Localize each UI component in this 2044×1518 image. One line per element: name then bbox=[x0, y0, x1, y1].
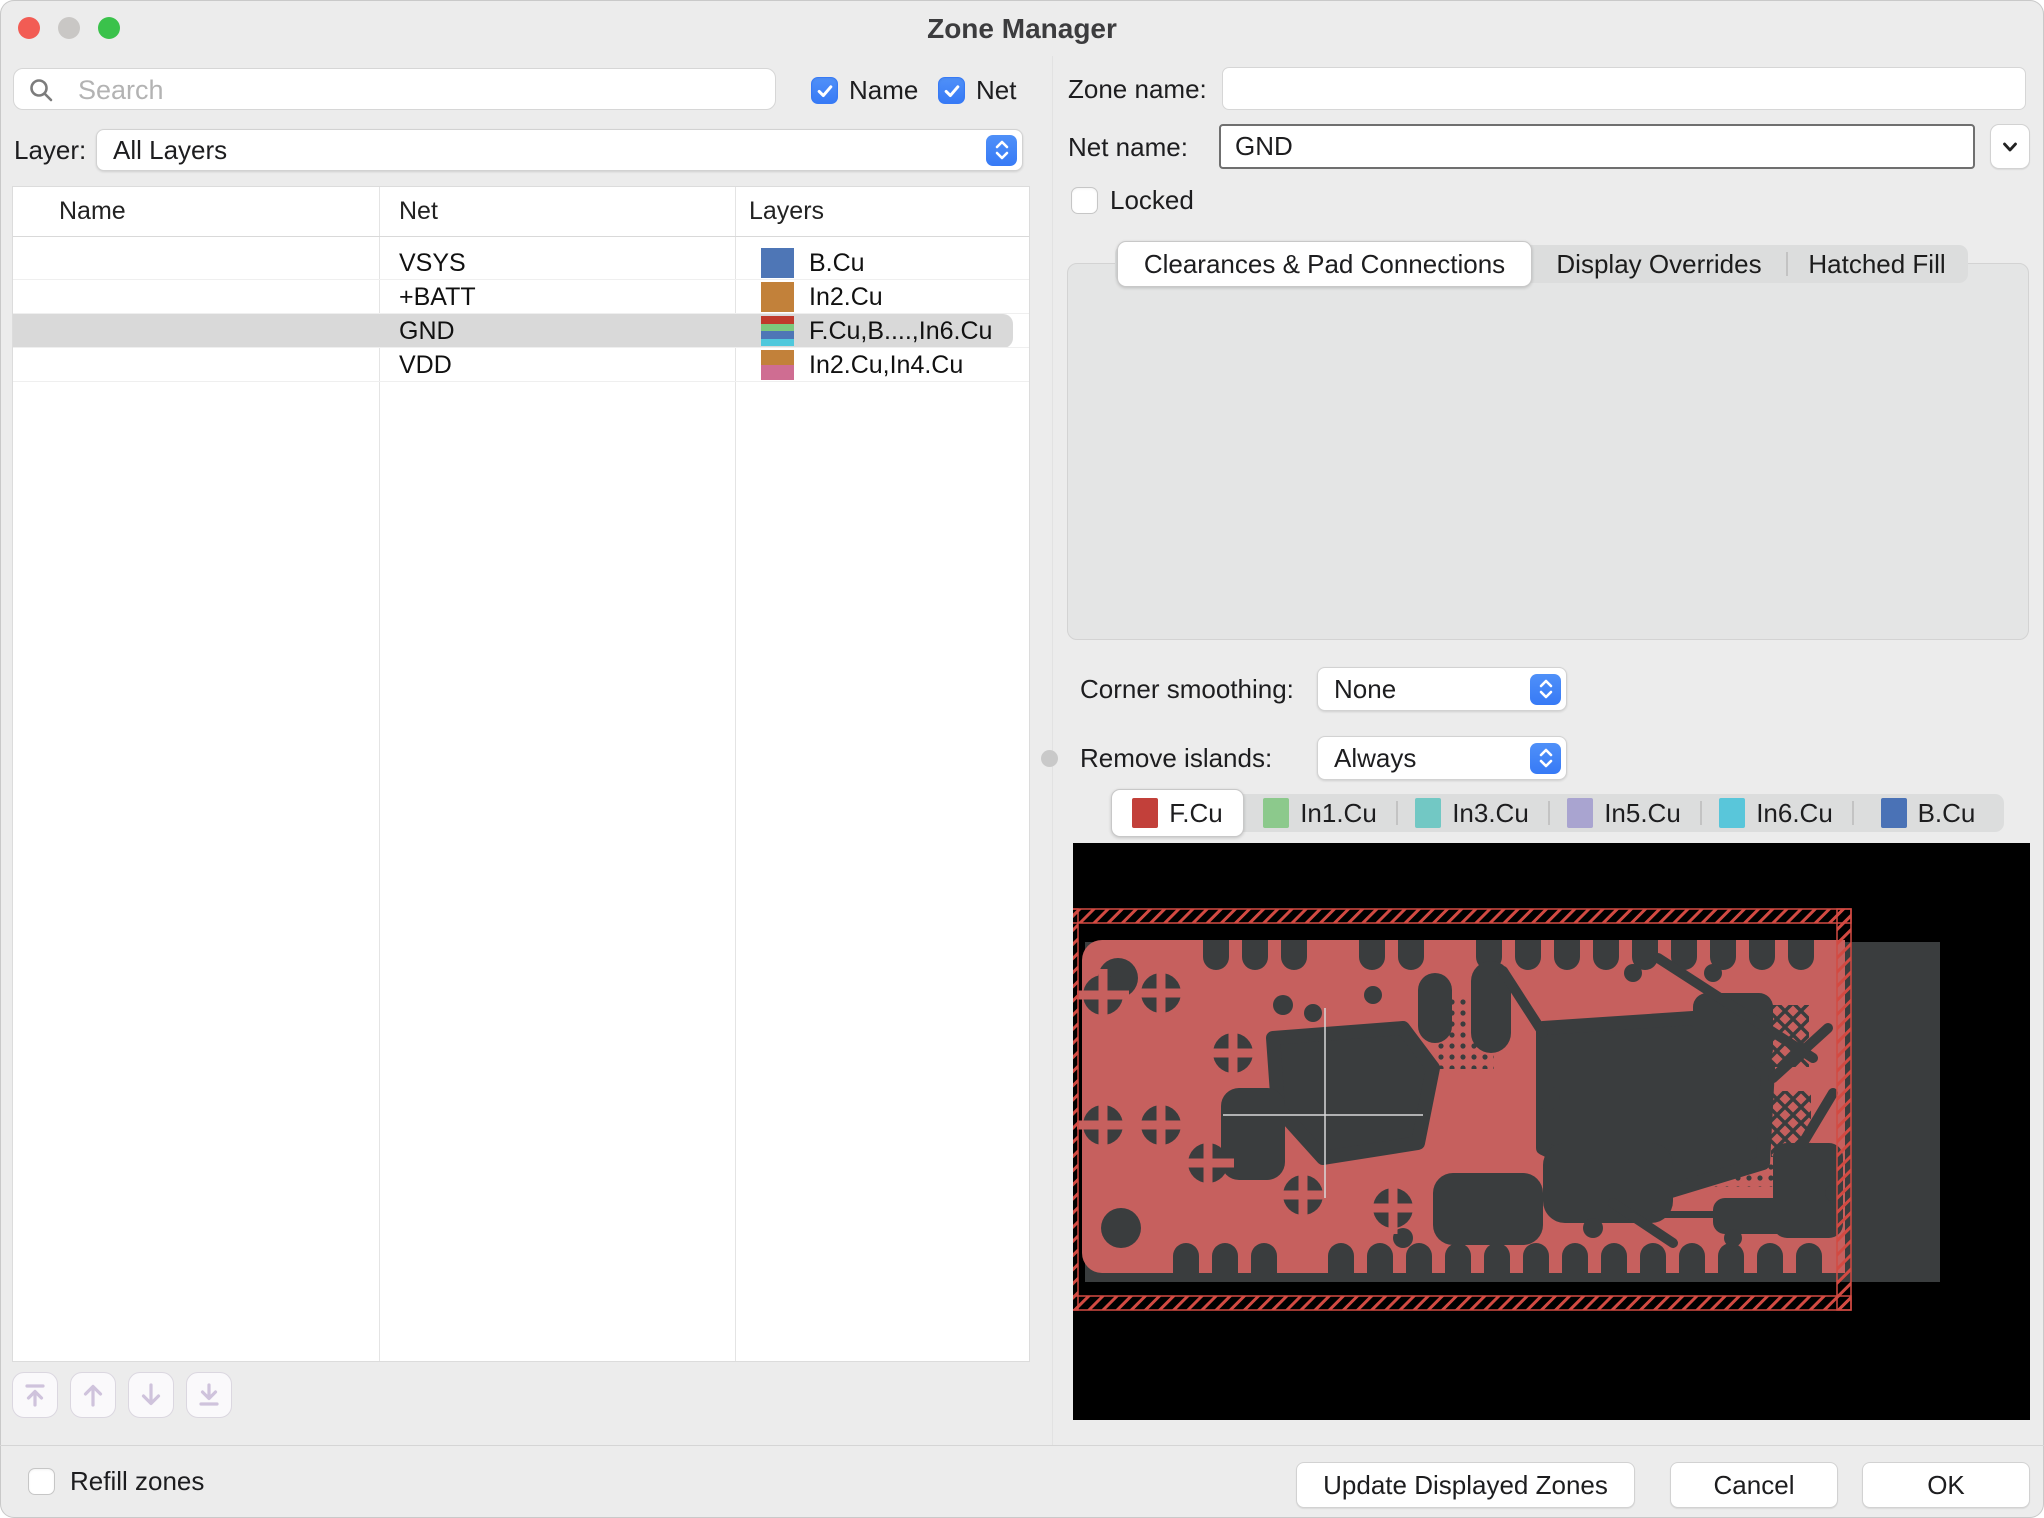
zone-layers-cell: In2.Cu bbox=[809, 280, 883, 314]
corner-smoothing-dropdown[interactable]: None bbox=[1317, 667, 1567, 711]
preview-layer-tabs: F.Cu In1.Cu In3.Cu In5.Cu In6.Cu B.Cu bbox=[1111, 794, 2004, 832]
tab-hatched-fill[interactable]: Hatched Fill bbox=[1786, 245, 1968, 283]
refill-zones-label: Refill zones bbox=[70, 1468, 204, 1495]
col-header-net[interactable]: Net bbox=[399, 187, 438, 236]
dropdown-stepper-icon bbox=[1530, 674, 1561, 705]
footer-divider bbox=[0, 1445, 2044, 1446]
layer-color-swatch bbox=[1132, 798, 1158, 828]
search-input[interactable] bbox=[76, 69, 760, 111]
splitter-handle[interactable] bbox=[1041, 750, 1058, 767]
layer-swatch bbox=[761, 282, 794, 312]
corner-smoothing-value: None bbox=[1334, 674, 1396, 705]
tab-display-overrides[interactable]: Display Overrides bbox=[1532, 245, 1786, 283]
zone-net-cell: GND bbox=[399, 314, 455, 348]
zone-layers-cell: In2.Cu,In4.Cu bbox=[809, 348, 963, 382]
net-name-label: Net name: bbox=[1068, 133, 1188, 161]
col-header-name[interactable]: Name bbox=[59, 187, 126, 236]
zone-net-cell: VSYS bbox=[399, 246, 466, 280]
net-name-input[interactable] bbox=[1219, 124, 1975, 169]
layer-swatch bbox=[761, 350, 794, 380]
table-row[interactable]: +BATT In2.Cu bbox=[13, 280, 1029, 314]
layer-tab-label: In5.Cu bbox=[1604, 798, 1681, 829]
table-row-selected[interactable]: GND F.Cu,B....,In6.Cu bbox=[13, 314, 1029, 348]
table-row[interactable]: VSYS B.Cu bbox=[13, 246, 1029, 280]
layer-tab-in5cu[interactable]: In5.Cu bbox=[1548, 794, 1700, 832]
refill-zones-checkbox[interactable] bbox=[28, 1468, 55, 1495]
settings-tabs: Clearances & Pad Connections Display Ove… bbox=[1115, 245, 1968, 283]
layer-color-swatch bbox=[1415, 798, 1441, 828]
layer-tab-label: In3.Cu bbox=[1452, 798, 1529, 829]
move-up-button[interactable] bbox=[70, 1372, 116, 1418]
layer-tab-in3cu[interactable]: In3.Cu bbox=[1396, 794, 1548, 832]
zone-name-input[interactable] bbox=[1222, 67, 2026, 110]
layer-tab-label: In1.Cu bbox=[1300, 798, 1377, 829]
filter-name-label: Name bbox=[849, 77, 918, 104]
search-icon bbox=[28, 77, 55, 104]
layer-filter-label: Layer: bbox=[14, 136, 86, 164]
remove-islands-label: Remove islands: bbox=[1080, 744, 1272, 772]
zone-net-cell: +BATT bbox=[399, 280, 476, 314]
clearances-panel bbox=[1067, 263, 2029, 640]
layer-color-swatch bbox=[1881, 798, 1907, 828]
cancel-button[interactable]: Cancel bbox=[1670, 1462, 1838, 1508]
layer-tab-fcu[interactable]: F.Cu bbox=[1111, 789, 1244, 837]
table-row[interactable]: VDD In2.Cu,In4.Cu bbox=[13, 348, 1029, 382]
filter-name-checkbox[interactable] bbox=[811, 77, 838, 104]
net-name-dropdown-button[interactable] bbox=[1990, 124, 2030, 169]
locked-checkbox[interactable] bbox=[1071, 187, 1098, 214]
layer-tab-in6cu[interactable]: In6.Cu bbox=[1700, 794, 1852, 832]
tab-clearances-pad-connections[interactable]: Clearances & Pad Connections bbox=[1117, 241, 1532, 287]
zones-table: Name Net Layers VSYS B.Cu +BATT In2.Cu G bbox=[12, 186, 1030, 1362]
table-header: Name Net Layers bbox=[13, 187, 1029, 237]
move-to-bottom-button[interactable] bbox=[186, 1372, 232, 1418]
locked-label: Locked bbox=[1110, 187, 1194, 214]
layer-swatch bbox=[761, 248, 794, 278]
zone-layers-cell: F.Cu,B....,In6.Cu bbox=[809, 314, 992, 348]
remove-islands-dropdown[interactable]: Always bbox=[1317, 736, 1567, 780]
remove-islands-value: Always bbox=[1334, 743, 1416, 774]
filter-net-label: Net bbox=[976, 77, 1016, 104]
zone-layers-cell: B.Cu bbox=[809, 246, 865, 280]
layer-tab-bcu[interactable]: B.Cu bbox=[1852, 794, 2004, 832]
update-displayed-zones-button[interactable]: Update Displayed Zones bbox=[1296, 1462, 1635, 1508]
title-bar[interactable]: Zone Manager bbox=[0, 0, 2044, 56]
layer-filter-dropdown[interactable]: All Layers bbox=[96, 129, 1023, 171]
table-rows: VSYS B.Cu +BATT In2.Cu GND F.Cu,B....,In… bbox=[13, 237, 1029, 382]
ok-button[interactable]: OK bbox=[1862, 1462, 2030, 1508]
layer-tab-label: In6.Cu bbox=[1756, 798, 1833, 829]
zone-name-label: Zone name: bbox=[1068, 75, 1207, 103]
pcb-preview bbox=[1073, 843, 2030, 1420]
zone-preview-canvas[interactable] bbox=[1073, 843, 2030, 1420]
col-header-layers[interactable]: Layers bbox=[749, 187, 824, 236]
corner-smoothing-label: Corner smoothing: bbox=[1080, 675, 1294, 703]
layer-tab-label: F.Cu bbox=[1169, 798, 1222, 829]
layer-tab-label: B.Cu bbox=[1918, 798, 1976, 829]
zone-manager-dialog: Zone Manager Name Net Layer: All Layers … bbox=[0, 0, 2044, 1518]
zone-net-cell: VDD bbox=[399, 348, 452, 382]
layer-color-swatch bbox=[1567, 798, 1593, 828]
search-field[interactable] bbox=[13, 68, 776, 110]
dropdown-stepper-icon bbox=[1530, 743, 1561, 774]
dropdown-stepper-icon bbox=[986, 135, 1017, 166]
move-down-button[interactable] bbox=[128, 1372, 174, 1418]
window-title: Zone Manager bbox=[0, 0, 2044, 56]
layer-color-swatch bbox=[1263, 798, 1289, 828]
move-to-top-button[interactable] bbox=[12, 1372, 58, 1418]
layer-color-swatch bbox=[1719, 798, 1745, 828]
layer-filter-value: All Layers bbox=[113, 135, 227, 166]
layer-tab-in1cu[interactable]: In1.Cu bbox=[1244, 794, 1396, 832]
chevron-down-icon bbox=[1999, 136, 2021, 158]
layer-swatch bbox=[761, 316, 794, 346]
filter-net-checkbox[interactable] bbox=[938, 77, 965, 104]
